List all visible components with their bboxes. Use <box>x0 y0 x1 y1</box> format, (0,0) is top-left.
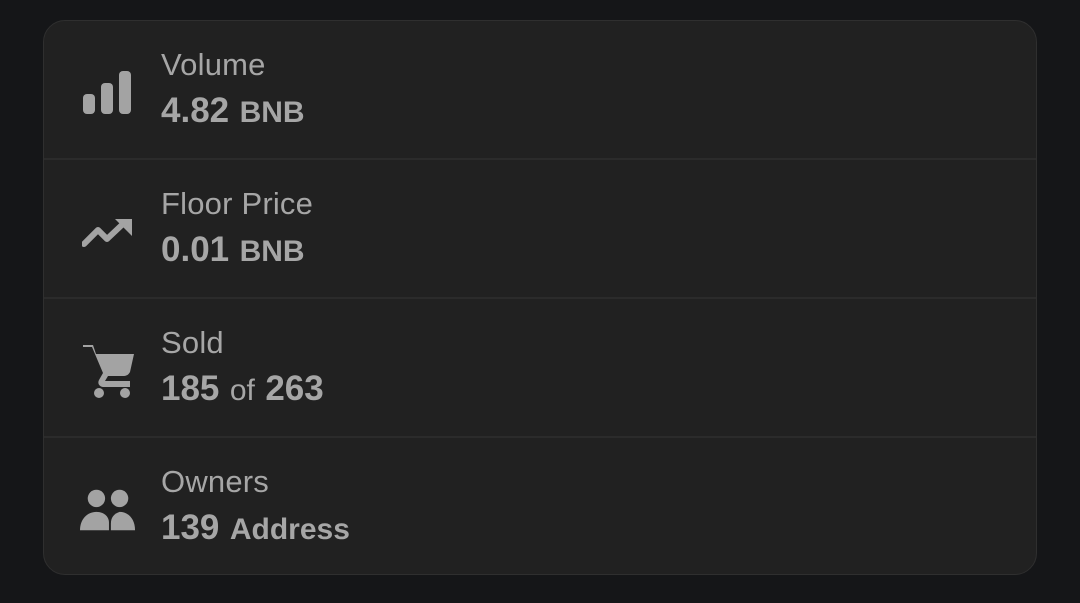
stat-number: 4.82 <box>161 91 230 130</box>
stat-row-floor-price: Floor Price 0.01 BNB <box>44 160 1036 299</box>
stat-value: 139 Address <box>161 508 350 548</box>
stat-value: 185 of 263 <box>161 369 324 409</box>
stat-row-volume: Volume 4.82 BNB <box>44 21 1036 160</box>
stat-unit: Address <box>229 513 350 546</box>
stat-number: 185 <box>161 369 220 408</box>
stat-unit: BNB <box>239 96 305 129</box>
cart-icon <box>80 343 136 399</box>
stat-value: 4.82 BNB <box>161 91 305 131</box>
people-icon <box>80 482 136 538</box>
bar-chart-icon <box>80 65 136 121</box>
stat-number: 0.01 <box>161 230 230 269</box>
stats-card: Volume 4.82 BNB Floor Price 0.01 BNB Sol… <box>43 20 1037 575</box>
trending-up-icon <box>80 204 136 260</box>
stat-label: Floor Price <box>161 186 314 221</box>
stat-label: Owners <box>161 464 270 499</box>
stat-row-owners: Owners 139 Address <box>44 438 1036 574</box>
stat-label: Sold <box>161 325 224 360</box>
stat-value: 0.01 BNB <box>161 230 305 270</box>
stat-number: 139 <box>161 508 220 547</box>
stat-total: 263 <box>265 369 324 408</box>
stat-unit: BNB <box>239 235 305 268</box>
stat-separator: of <box>229 374 255 407</box>
stat-row-sold: Sold 185 of 263 <box>44 299 1036 438</box>
stat-label: Volume <box>161 47 266 82</box>
